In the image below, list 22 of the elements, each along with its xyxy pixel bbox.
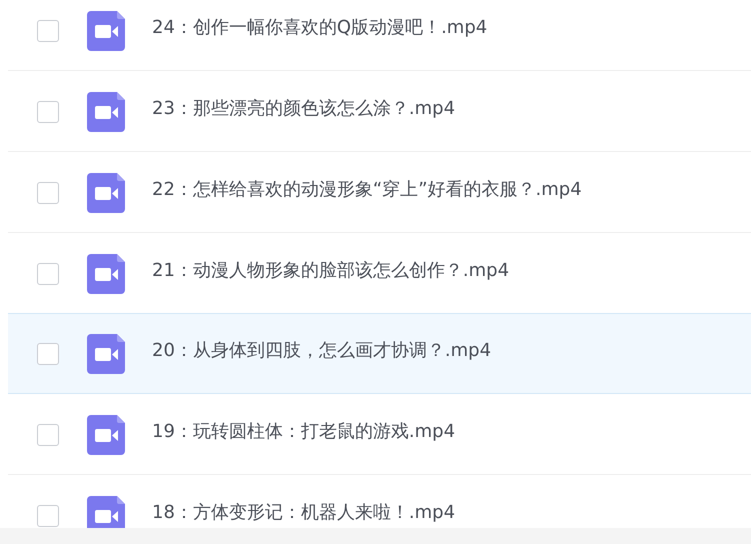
- checkbox[interactable]: [37, 182, 59, 204]
- file-name: 23：那些漂亮的颜色该怎么涂？.mp4: [152, 98, 456, 120]
- file-name: 19：玩转圆柱体：打老鼠的游戏.mp4: [152, 420, 456, 442]
- video-file-icon: [87, 334, 125, 374]
- checkbox[interactable]: [37, 504, 59, 526]
- video-file-icon: [87, 10, 125, 50]
- file-name: 22：怎样给喜欢的动漫形象“穿上”好看的衣服？.mp4: [152, 178, 582, 200]
- video-file-icon: [87, 414, 125, 454]
- video-file-icon: [87, 172, 125, 212]
- file-name: 21：动漫人物形象的脸部该怎么创作？.mp4: [152, 260, 510, 282]
- checkbox[interactable]: [37, 342, 59, 364]
- video-file-icon: [87, 92, 125, 132]
- video-file-icon: [87, 254, 125, 294]
- file-name: 20：从身体到四肢，怎么画才协调？.mp4: [152, 340, 492, 362]
- checkbox[interactable]: [37, 100, 59, 122]
- file-name: 18：方体变形记：机器人来啦！.mp4: [152, 502, 456, 524]
- checkbox[interactable]: [37, 20, 59, 42]
- checkbox[interactable]: [37, 262, 59, 284]
- file-name: 24：创作一幅你喜欢的Q版动漫吧！.mp4: [152, 16, 488, 38]
- file-row[interactable]: 20：从身体到四肢，怎么画才协调？.mp4: [8, 313, 751, 394]
- video-file-icon: [87, 496, 125, 528]
- checkbox[interactable]: [37, 424, 59, 446]
